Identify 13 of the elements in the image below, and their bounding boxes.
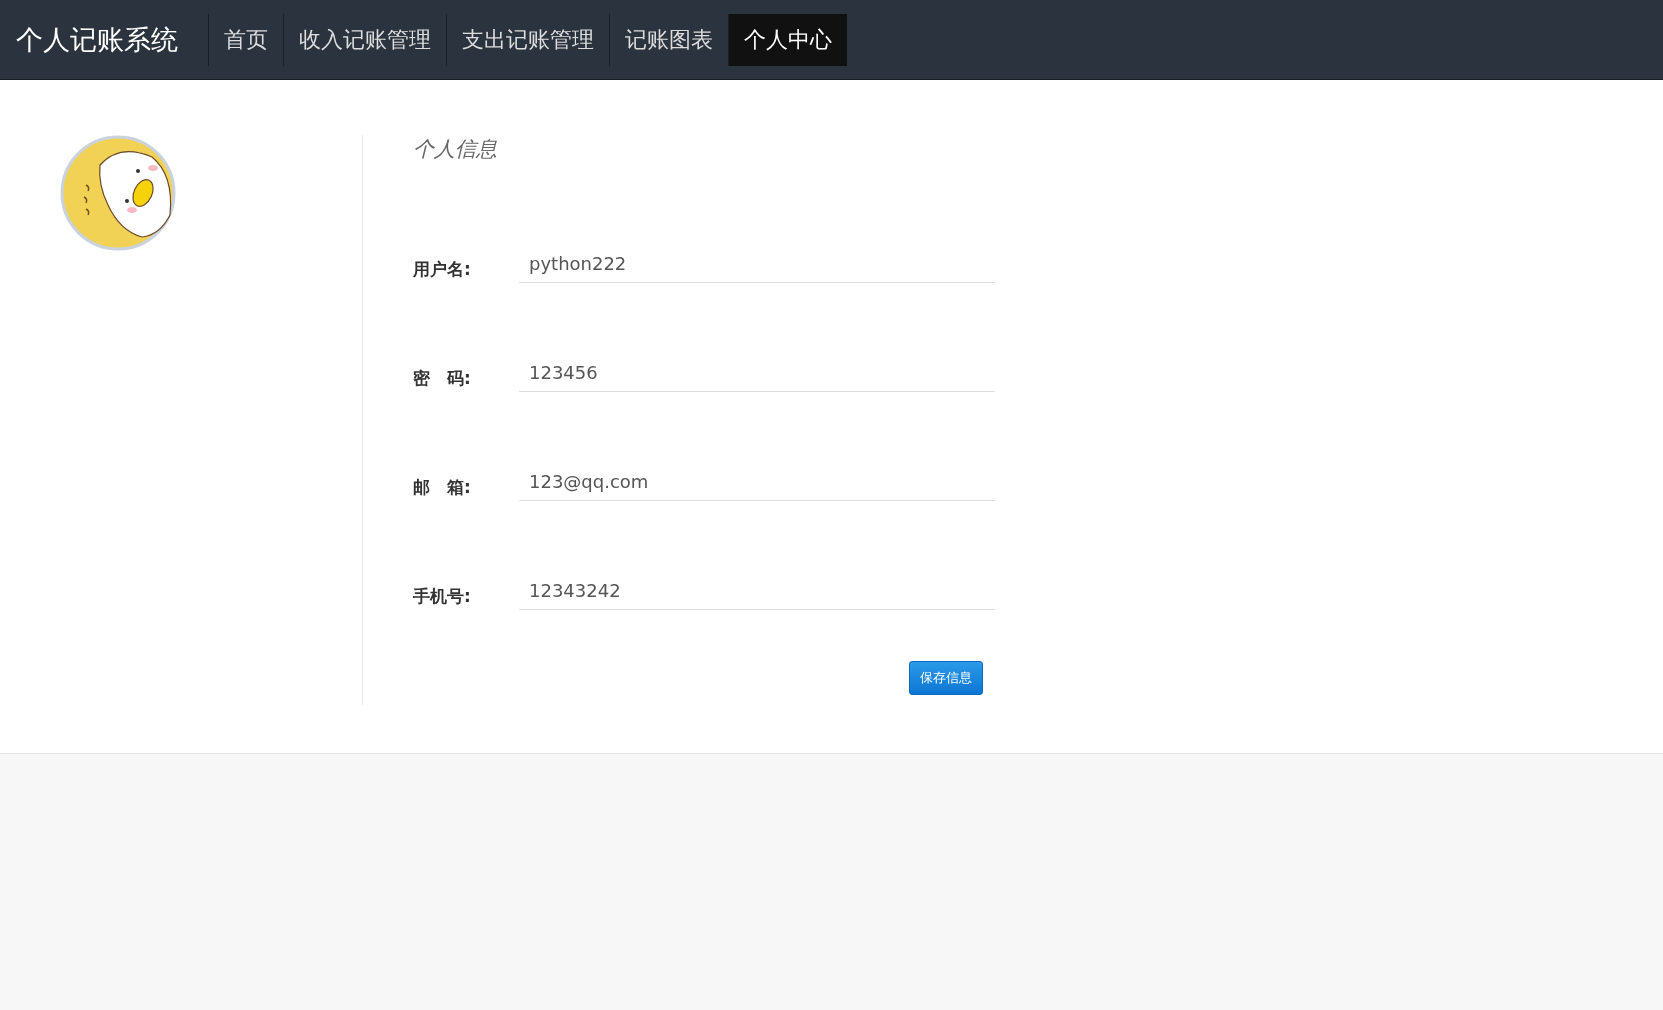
save-button[interactable]: 保存信息 [909,661,983,695]
section-heading: 个人信息 [413,136,498,163]
brand-title[interactable]: 个人记账系统 [0,21,208,58]
field-label: 邮 箱: [413,476,472,499]
nav-tab[interactable]: 首页 [208,13,283,66]
avatar-icon [60,135,176,251]
nav-tab[interactable]: 收入记账管理 [283,13,446,66]
nav-tab[interactable]: 个人中心 [728,13,847,66]
nav-tab[interactable]: 支出记账管理 [446,13,609,66]
field-label: 用户名: [413,258,472,281]
field-label: 手机号: [413,585,472,608]
field-label: 密 码: [413,367,472,390]
input-field[interactable]: python222 [519,253,995,283]
